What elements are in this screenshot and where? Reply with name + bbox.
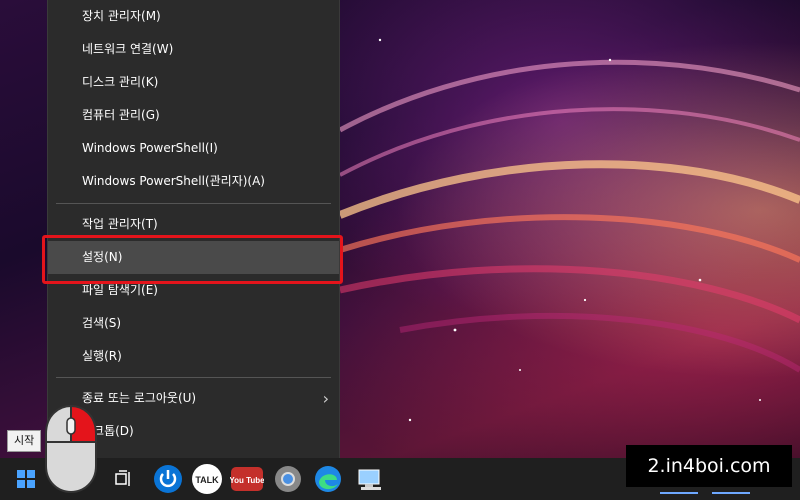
menu-item-network-connections[interactable]: 네트워크 연결(W)	[48, 33, 339, 66]
menu-item-label: 컴퓨터 관리(G)	[82, 108, 160, 122]
site-watermark: 2.in4boi.com	[626, 445, 792, 487]
menu-item-label: 검색(S)	[82, 316, 122, 330]
power-app-icon[interactable]	[150, 462, 186, 496]
menu-item-label: Windows PowerShell(관리자)(A)	[82, 174, 265, 188]
menu-item-label: 작업 관리자(T)	[82, 217, 158, 231]
menu-item-search[interactable]: 검색(S)	[48, 307, 339, 340]
menu-item-label: Windows PowerShell(I)	[82, 141, 218, 155]
menu-item-powershell[interactable]: Windows PowerShell(I)	[48, 132, 339, 165]
menu-item-label: 파일 탐색기(E)	[82, 283, 158, 297]
tray-indicator	[712, 492, 750, 494]
kakaotalk-icon[interactable]: TALK	[189, 462, 225, 496]
chrome-icon[interactable]	[270, 462, 306, 496]
menu-separator	[56, 203, 331, 204]
menu-item-label: 네트워크 연결(W)	[82, 42, 174, 56]
mouse-click-illustration	[40, 404, 102, 498]
chevron-right-icon: ›	[322, 389, 329, 408]
menu-item-run[interactable]: 실행(R)	[48, 340, 339, 373]
menu-item-label: 디스크 관리(K)	[82, 75, 159, 89]
task-view-icon[interactable]	[105, 462, 141, 496]
winx-power-menu: 장치 관리자(M) 네트워크 연결(W) 디스크 관리(K) 컴퓨터 관리(G)…	[47, 0, 340, 458]
menu-item-label: 장치 관리자(M)	[82, 9, 161, 23]
network-pc-icon[interactable]	[352, 462, 388, 496]
menu-item-label: 실행(R)	[82, 349, 122, 363]
menu-item-disk-management[interactable]: 디스크 관리(K)	[48, 66, 339, 99]
start-tooltip: 시작	[7, 430, 42, 452]
edge-icon[interactable]	[310, 462, 346, 496]
menu-item-computer-management[interactable]: 컴퓨터 관리(G)	[48, 99, 339, 132]
tray-indicator	[660, 492, 698, 494]
menu-item-powershell-admin[interactable]: Windows PowerShell(관리자)(A)	[48, 165, 339, 198]
menu-item-device-manager[interactable]: 장치 관리자(M)	[48, 0, 339, 33]
windows-start-icon[interactable]	[8, 462, 44, 496]
youtube-icon[interactable]: You Tube	[229, 462, 265, 496]
svg-text:TALK: TALK	[195, 475, 219, 485]
settings-highlight-box	[42, 235, 343, 284]
menu-separator	[56, 377, 331, 378]
menu-item-label: 종료 또는 로그아웃(U)	[82, 391, 197, 405]
svg-text:You Tube: You Tube	[230, 476, 264, 485]
